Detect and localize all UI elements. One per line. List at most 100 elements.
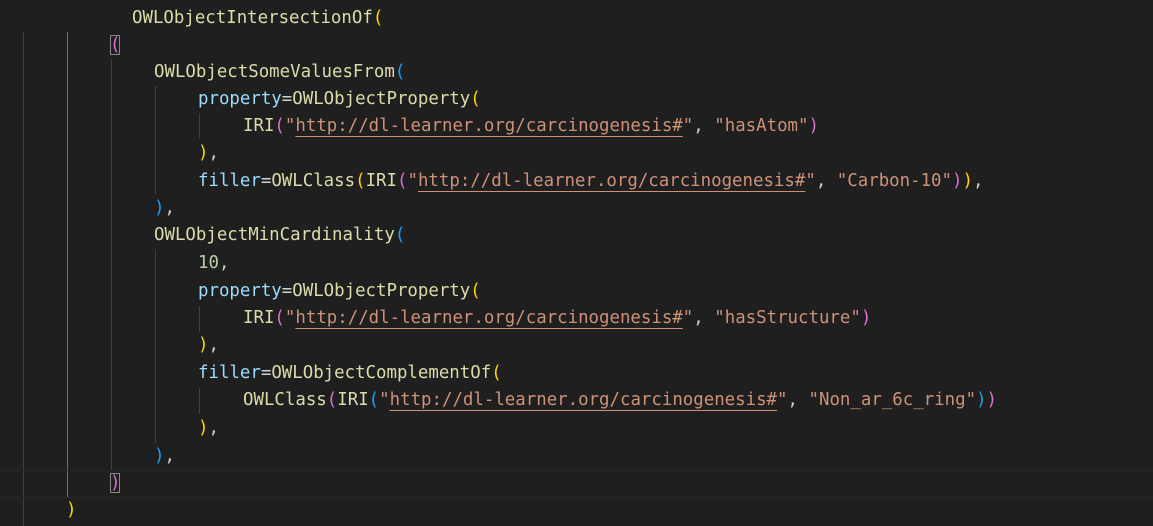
bracket: (: [470, 89, 481, 109]
bracket: ): [198, 143, 209, 163]
function-name: OWLClass: [271, 171, 356, 191]
bracket: (: [326, 390, 338, 410]
code-line[interactable]: IRI("http://dl-learner.org/carcinogenesi…: [243, 305, 871, 332]
bracket: (: [491, 363, 502, 383]
code-line[interactable]: ),: [154, 443, 175, 470]
string-quote: ": [284, 116, 296, 136]
indent-guide: [111, 59, 112, 471]
indent-guide: [199, 388, 200, 414]
url-link[interactable]: http://dl-learner.org/carcinogenesis#: [418, 171, 805, 191]
url-link[interactable]: http://dl-learner.org/carcinogenesis#: [390, 390, 777, 410]
function-name: OWLClass: [243, 390, 327, 410]
url-link[interactable]: http://dl-learner.org/carcinogenesis#: [295, 308, 682, 328]
bracket: (: [396, 171, 408, 191]
code-line[interactable]: filler=OWLClass(IRI("http://dl-learner.o…: [198, 168, 983, 195]
comma: ,: [693, 308, 715, 328]
function-name: OWLObjectProperty: [292, 281, 471, 301]
url-link[interactable]: http://dl-learner.org/carcinogenesis#: [295, 116, 682, 136]
comma: ,: [208, 143, 219, 163]
string-quote: ": [682, 308, 694, 328]
function-name: OWLObjectComplementOf: [271, 363, 492, 383]
function-name: OWLObjectIntersectionOf: [132, 8, 373, 28]
indent-guide: [155, 86, 156, 194]
code-line[interactable]: ),: [154, 195, 175, 222]
bracket: (: [394, 225, 406, 245]
bracket: (: [394, 62, 406, 82]
function-name: IRI: [243, 308, 275, 328]
bracket: ): [952, 171, 963, 191]
code-line[interactable]: 10,: [198, 250, 229, 277]
code-line[interactable]: filler=OWLObjectComplementOf(: [198, 360, 502, 387]
code-line[interactable]: property=OWLObjectProperty(: [198, 86, 481, 113]
bracket: (: [368, 390, 380, 410]
string-quote: ": [965, 390, 977, 410]
string-quote: ": [407, 171, 418, 191]
code-line[interactable]: OWLClass(IRI("http://dl-learner.org/carc…: [243, 387, 997, 414]
code-line[interactable]: property=OWLObjectProperty(: [198, 278, 481, 305]
string-quote: ": [805, 171, 816, 191]
indent-guide: [23, 32, 24, 526]
operator: =: [260, 363, 272, 383]
function-name: IRI: [337, 390, 369, 410]
comma: ,: [693, 116, 715, 136]
operator: =: [260, 171, 272, 191]
comma: ,: [208, 418, 219, 438]
bracket: ): [860, 308, 872, 328]
indent-guide: [67, 32, 68, 498]
bracket: ): [962, 171, 973, 191]
comma: ,: [972, 171, 984, 191]
bracket: (: [355, 171, 366, 191]
string-quote: ": [714, 116, 725, 136]
comma: ,: [164, 198, 175, 218]
string-literal: Non_ar_6c_ring: [818, 390, 966, 410]
code-line[interactable]: OWLObjectIntersectionOf(: [132, 5, 383, 32]
code-line[interactable]: OWLObjectSomeValuesFrom(: [154, 59, 405, 86]
parameter-name: filler: [198, 171, 261, 191]
string-quote: ": [798, 116, 809, 136]
indent-guide: [155, 249, 156, 443]
matched-bracket: (: [110, 35, 121, 55]
operator: =: [281, 89, 293, 109]
function-name: OWLObjectMinCardinality: [154, 225, 395, 245]
comma: ,: [164, 446, 175, 466]
indent-guide: [199, 113, 200, 139]
string-quote: ": [777, 390, 788, 410]
parameter-name: property: [198, 281, 282, 301]
operator: =: [281, 281, 293, 301]
string-quote: ": [836, 171, 848, 191]
bracket: ): [808, 116, 819, 136]
bracket: ): [154, 198, 165, 218]
current-line-highlight: [0, 470, 1153, 498]
code-line[interactable]: ): [66, 497, 76, 524]
bracket: ): [66, 500, 77, 520]
string-quote: ": [808, 390, 819, 410]
code-line[interactable]: ),: [198, 415, 219, 442]
bracket: (: [274, 116, 285, 136]
function-name: IRI: [243, 116, 275, 136]
comma: ,: [787, 390, 809, 410]
function-name: IRI: [365, 171, 397, 191]
bracket: (: [274, 308, 285, 328]
string-quote: ": [941, 171, 952, 191]
code-line[interactable]: ): [110, 470, 121, 497]
code-line[interactable]: (: [110, 32, 121, 59]
bracket: ): [198, 335, 209, 355]
bracket: ): [198, 418, 209, 438]
string-quote: ": [850, 308, 861, 328]
matched-bracket: ): [110, 473, 121, 493]
code-line[interactable]: ),: [198, 140, 219, 167]
number-literal: 10: [198, 253, 219, 273]
parameter-name: property: [198, 89, 282, 109]
bracket: ): [976, 390, 987, 410]
comma: ,: [815, 171, 837, 191]
function-name: OWLObjectSomeValuesFrom: [154, 62, 395, 82]
comma: ,: [218, 253, 230, 273]
code-line[interactable]: ),: [198, 332, 219, 359]
string-quote: ": [714, 308, 725, 328]
string-quote: ": [379, 390, 390, 410]
string-literal: hasStructure: [724, 308, 851, 328]
bracket: (: [372, 8, 384, 28]
code-line[interactable]: IRI("http://dl-learner.org/carcinogenesi…: [243, 113, 819, 140]
code-editor[interactable]: OWLObjectIntersectionOf( ( OWLObjectSome…: [0, 0, 1153, 526]
code-line[interactable]: OWLObjectMinCardinality(: [154, 222, 405, 249]
